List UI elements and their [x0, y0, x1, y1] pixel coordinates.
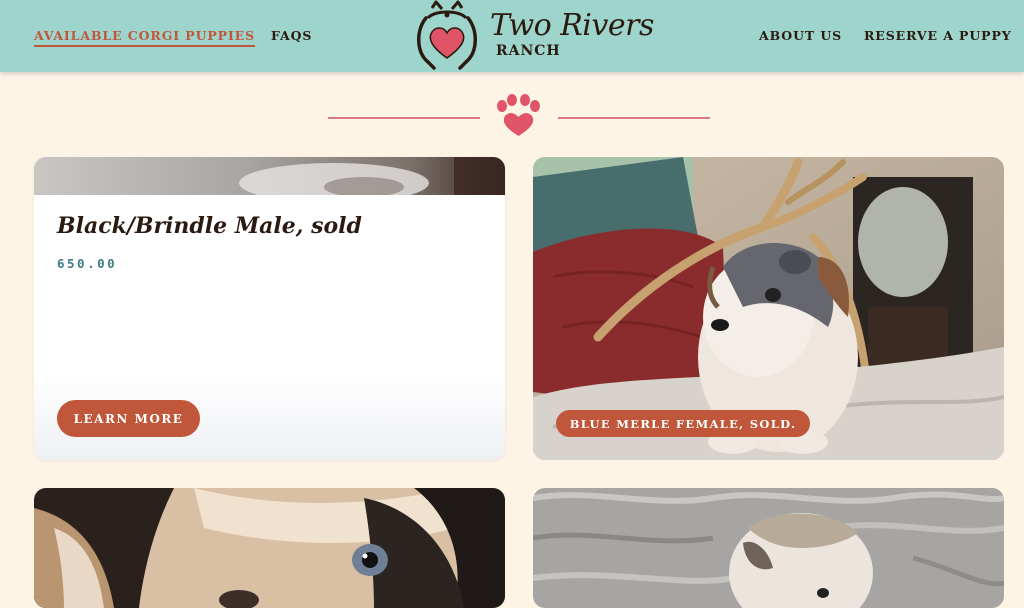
- site-header: AVAILABLE CORGI PUPPIES FAQS Two Rivers …: [0, 0, 1024, 72]
- nav-reserve-a-puppy[interactable]: RESERVE A PUPPY: [864, 28, 1012, 43]
- learn-more-button[interactable]: LEARN MORE: [57, 400, 200, 437]
- listing-card-4[interactable]: [533, 488, 1004, 608]
- listing-card-black-brindle-male[interactable]: Black/Brindle Male, sold 650.00 LEARN MO…: [34, 157, 505, 460]
- heart-corgi-icon: [417, 0, 477, 70]
- site-logo[interactable]: Two Rivers RANCH: [412, 0, 654, 72]
- nav-available-corgi-puppies[interactable]: AVAILABLE CORGI PUPPIES: [34, 28, 256, 47]
- nav-about-us[interactable]: ABOUT US: [759, 28, 842, 43]
- puppy-closeup-photo: [34, 488, 505, 608]
- listing-title[interactable]: Black/Brindle Male, sold: [57, 213, 362, 239]
- logo-title: Two Rivers: [490, 8, 654, 43]
- puppy-on-blanket-photo: [533, 488, 1004, 608]
- logo-subtitle: RANCH: [496, 43, 561, 59]
- paw-divider: [328, 94, 710, 136]
- sold-badge[interactable]: BLUE MERLE FEMALE, SOLD.: [556, 410, 810, 437]
- listing-card-blue-merle-female[interactable]: BLUE MERLE FEMALE, SOLD.: [533, 157, 1004, 460]
- paw-print-icon: [497, 94, 540, 136]
- puppy-photo-strip: [34, 157, 505, 195]
- listing-card-3[interactable]: [34, 488, 505, 608]
- listing-price: 650.00: [57, 256, 118, 271]
- listing-card-body: Black/Brindle Male, sold 650.00 LEARN MO…: [34, 195, 505, 460]
- nav-faqs[interactable]: FAQS: [271, 28, 312, 43]
